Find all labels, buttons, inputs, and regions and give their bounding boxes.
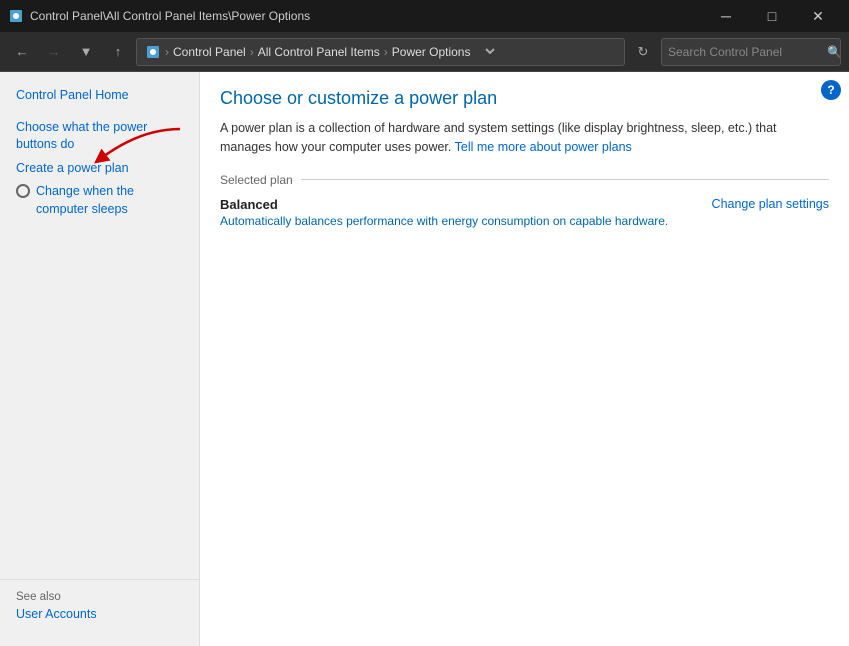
sidebar-sleep-link[interactable]: Change when the computer sleeps bbox=[0, 180, 199, 221]
sleep-icon bbox=[16, 184, 30, 198]
sidebar-create-plan-link[interactable]: Create a power plan bbox=[0, 157, 199, 181]
window-controls: ─ □ ✕ bbox=[703, 0, 841, 32]
change-plan-settings-link[interactable]: Change plan settings bbox=[712, 197, 829, 211]
back-button[interactable]: ← bbox=[8, 38, 36, 66]
selected-plan-header: Selected plan bbox=[220, 173, 829, 187]
forward-button[interactable]: → bbox=[40, 38, 68, 66]
content-description: A power plan is a collection of hardware… bbox=[220, 119, 800, 157]
tell-me-more-link[interactable]: Tell me more about power plans bbox=[455, 140, 632, 154]
breadcrumb-all-items[interactable]: All Control Panel Items bbox=[258, 45, 380, 59]
close-button[interactable]: ✕ bbox=[795, 0, 841, 32]
section-divider bbox=[301, 179, 829, 180]
minimize-button[interactable]: ─ bbox=[703, 0, 749, 32]
address-path: › Control Panel › All Control Panel Item… bbox=[136, 38, 625, 66]
sidebar-divider bbox=[0, 579, 199, 580]
sidebar-user-accounts-link[interactable]: User Accounts bbox=[0, 603, 199, 627]
sidebar-home-link[interactable]: Control Panel Home bbox=[0, 84, 199, 108]
sidebar-power-buttons-link[interactable]: Choose what the power buttons do bbox=[0, 116, 199, 157]
address-bar: ← → ▼ ↑ › Control Panel › All Control Pa… bbox=[0, 32, 849, 72]
refresh-button[interactable]: ↻ bbox=[629, 38, 657, 66]
see-also-label: See also bbox=[0, 587, 77, 605]
plan-name: Balanced bbox=[220, 197, 668, 212]
see-also-section: See also User Accounts bbox=[0, 571, 199, 627]
up-button[interactable]: ↑ bbox=[104, 38, 132, 66]
sidebar: Control Panel Home Choose what the power… bbox=[0, 72, 200, 646]
plan-info: Balanced Automatically balances performa… bbox=[220, 197, 668, 228]
plan-row: Balanced Automatically balances performa… bbox=[220, 197, 829, 228]
path-icon bbox=[145, 44, 161, 60]
page-title: Choose or customize a power plan bbox=[220, 88, 829, 109]
main-layout: Control Panel Home Choose what the power… bbox=[0, 72, 849, 646]
search-input[interactable] bbox=[668, 45, 823, 59]
content-area: ? Choose or customize a power plan A pow… bbox=[200, 72, 849, 646]
search-icon: 🔍 bbox=[827, 45, 842, 59]
plan-description: Automatically balances performance with … bbox=[220, 214, 668, 228]
maximize-button[interactable]: □ bbox=[749, 0, 795, 32]
recent-locations-button[interactable]: ▼ bbox=[72, 38, 100, 66]
breadcrumb-control-panel[interactable]: Control Panel bbox=[173, 45, 246, 59]
search-box: 🔍 bbox=[661, 38, 841, 66]
address-dropdown[interactable] bbox=[478, 45, 498, 58]
help-button[interactable]: ? bbox=[821, 80, 841, 100]
selected-plan-label: Selected plan bbox=[220, 173, 293, 187]
window-icon bbox=[8, 8, 24, 24]
title-bar: Control Panel\All Control Panel Items\Po… bbox=[0, 0, 849, 32]
breadcrumb-power-options[interactable]: Power Options bbox=[392, 45, 471, 59]
window-title: Control Panel\All Control Panel Items\Po… bbox=[30, 9, 703, 23]
